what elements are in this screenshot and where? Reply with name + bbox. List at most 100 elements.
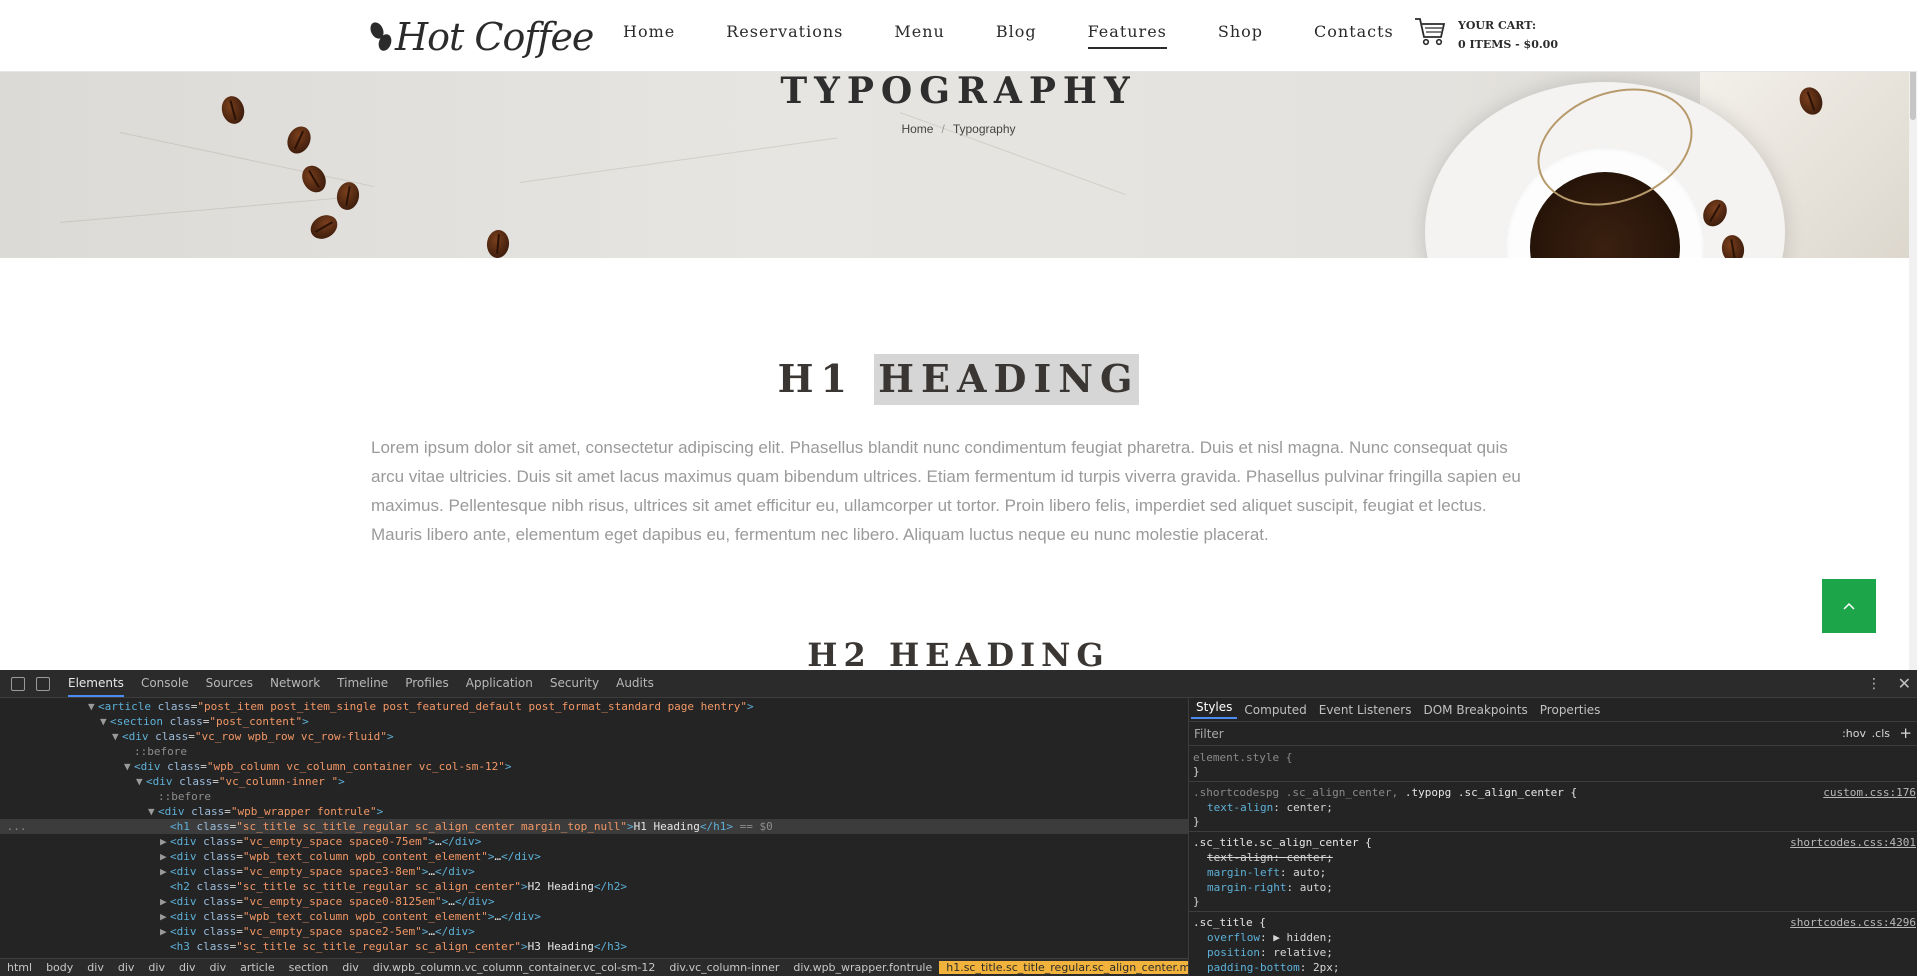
css-rule-selector[interactable]: .sc_title.sc_align_center { (1193, 835, 1372, 850)
dom-crumb[interactable]: article (233, 961, 282, 974)
dom-node[interactable]: ▶ <div class="vc_empty_space space0-8125e… (160, 894, 495, 909)
cls-toggle[interactable]: .cls (1872, 727, 1890, 740)
devtools-panel: Elements Console Sources Network Timelin… (0, 670, 1917, 976)
tab-computed[interactable]: Computed (1239, 703, 1311, 717)
cart-label: YOUR CART: (1458, 19, 1537, 32)
dom-node[interactable]: ▶ <div class="vc_empty_space space0-75em"… (160, 834, 481, 849)
dom-crumb[interactable]: html (0, 961, 39, 974)
coffee-bean (306, 210, 342, 244)
page-title: TYPOGRAPHY (780, 70, 1137, 112)
chevron-up-icon (1843, 602, 1855, 610)
hov-toggle[interactable]: :hov (1842, 727, 1866, 740)
nav-item-shop[interactable]: Shop (1218, 22, 1263, 49)
nav-item-blog[interactable]: Blog (996, 22, 1037, 49)
dom-node[interactable]: ▶ <div class="vc_empty_space space2-5em">… (160, 924, 475, 939)
tab-audits[interactable]: Audits (616, 671, 654, 697)
tab-properties[interactable]: Properties (1535, 703, 1606, 717)
css-declaration-overridden[interactable]: text-align: center; (1207, 850, 1333, 865)
css-declaration[interactable]: position: relative; (1207, 945, 1333, 960)
cart-summary: 0 ITEMS - $0.00 (1458, 38, 1558, 51)
dom-crumb[interactable]: body (39, 961, 80, 974)
css-declaration[interactable]: padding-bottom: 2px; (1207, 960, 1339, 975)
css-source-link[interactable]: custom.css:176 (1823, 785, 1916, 800)
close-icon[interactable]: ✕ (1898, 674, 1911, 693)
dom-crumb[interactable]: div.wpb_column.vc_column_container.vc_co… (366, 961, 663, 974)
texture-line (519, 137, 837, 183)
dom-breadcrumbs: html body div div div div div article se… (0, 958, 1275, 976)
coffee-bean-logo-icon (367, 20, 394, 54)
more-options-icon[interactable]: ⋮ (1867, 676, 1881, 692)
h1-heading-first: H1 (777, 356, 854, 401)
css-source-link[interactable]: shortcodes.css:4301 (1790, 835, 1916, 850)
coffee-bean (297, 161, 331, 197)
dom-node[interactable]: <h3 class="sc_title sc_title_regular sc_… (170, 939, 627, 954)
h1-heading-highlighted: HEADING (874, 354, 1140, 405)
shopping-cart-icon (1415, 18, 1446, 46)
tab-network[interactable]: Network (270, 671, 320, 697)
dom-node[interactable]: ▼ <article class="post_item post_item_sin… (88, 699, 754, 714)
dom-node[interactable]: ▶ <div class="wpb_text_column wpb_content… (160, 909, 541, 924)
tab-console[interactable]: Console (141, 671, 189, 697)
dom-crumb[interactable]: div (172, 961, 203, 974)
tab-styles[interactable]: Styles (1191, 700, 1238, 719)
dom-node[interactable]: ▼ <div class="vc_row wpb_row vc_row-fluid… (112, 729, 394, 744)
tab-sources[interactable]: Sources (206, 671, 253, 697)
css-rule-selector[interactable]: .shortcodespg .sc_align_center, .typopg … (1193, 785, 1577, 800)
body-paragraph: Lorem ipsum dolor sit amet, consectetur … (371, 438, 1521, 544)
dom-crumb[interactable]: section (282, 961, 336, 974)
dom-node[interactable]: ::before (158, 789, 211, 804)
dom-crumb[interactable]: div.vc_column-inner (662, 961, 786, 974)
css-declaration[interactable]: overflow: ▶ hidden; (1207, 930, 1333, 945)
h1-heading: H1 HEADING (0, 354, 1917, 405)
dom-node[interactable]: ▼ <div class="wpb_column vc_column_contai… (124, 759, 512, 774)
dom-crumb[interactable]: div (141, 961, 172, 974)
tab-dom-breakpoints[interactable]: DOM Breakpoints (1418, 703, 1532, 717)
css-declaration[interactable]: margin-left: auto; (1207, 865, 1326, 880)
coffee-bean (334, 180, 362, 212)
tab-profiles[interactable]: Profiles (405, 671, 449, 697)
site-logo[interactable]: Hot Coffee (367, 12, 594, 62)
tab-application[interactable]: Application (466, 671, 533, 697)
nav-item-home[interactable]: Home (623, 22, 675, 49)
h2-heading: H2 HEADING (807, 636, 1110, 674)
dom-node-selected[interactable]: ... <h1 class="sc_title sc_title_regular … (0, 819, 1188, 834)
dom-crumb[interactable]: div.wpb_wrapper.fontrule (786, 961, 939, 974)
dom-crumb[interactable]: div (203, 961, 234, 974)
css-source-link[interactable]: shortcodes.css:4296 (1790, 915, 1916, 930)
css-rule-selector[interactable]: .sc_title { (1193, 915, 1266, 930)
dom-tree: ▼ <article class="post_item post_item_sin… (0, 698, 1188, 956)
nav-item-menu[interactable]: Menu (894, 22, 944, 49)
dom-crumb[interactable]: div (335, 961, 366, 974)
tab-event-listeners[interactable]: Event Listeners (1314, 703, 1417, 717)
scroll-to-top-button[interactable] (1822, 579, 1876, 633)
tab-timeline[interactable]: Timeline (337, 671, 388, 697)
dom-node[interactable]: ▼ <section class="post_content"> (100, 714, 309, 729)
css-declaration[interactable]: text-align: center; (1207, 800, 1333, 815)
css-declaration[interactable]: margin-right: auto; (1207, 880, 1333, 895)
tab-security[interactable]: Security (550, 671, 599, 697)
cart-widget[interactable]: YOUR CART: 0 ITEMS - $0.00 (1413, 14, 1558, 54)
dom-crumb[interactable]: div (111, 961, 142, 974)
filter-input[interactable]: Filter (1194, 727, 1224, 741)
nav-item-reservations[interactable]: Reservations (726, 22, 843, 49)
dom-node[interactable]: ▼ <div class="vc_column-inner "> (136, 774, 345, 789)
devtools-toolbar: Elements Console Sources Network Timelin… (0, 670, 1917, 698)
inspect-element-icon[interactable] (11, 676, 25, 691)
dom-node[interactable]: ▶ <div class="vc_empty_space space3-8em">… (160, 864, 475, 879)
styles-filter[interactable]: Filter :hov .cls + (1189, 722, 1917, 746)
dom-crumb[interactable]: div (80, 961, 111, 974)
dom-node[interactable]: ▼ <div class="wpb_wrapper fontrule"> (148, 804, 383, 819)
breadcrumb-home[interactable]: Home (901, 122, 933, 136)
add-rule-icon[interactable]: + (1899, 724, 1912, 742)
styles-sidebar: Styles Computed Event Listeners DOM Brea… (1188, 698, 1917, 976)
site-header: Hot Coffee Home Reservations Menu Blog F… (0, 0, 1917, 72)
css-rule-line: } (1193, 765, 1200, 778)
dom-node[interactable]: ::before (134, 744, 187, 759)
nav-item-contacts[interactable]: Contacts (1314, 22, 1394, 49)
nav-item-features[interactable]: Features (1087, 22, 1167, 49)
css-rule-line[interactable]: element.style { (1193, 750, 1292, 765)
device-toggle-icon[interactable] (36, 676, 50, 691)
dom-node[interactable]: <h2 class="sc_title sc_title_regular sc_… (170, 879, 627, 894)
dom-node[interactable]: ▶ <div class="wpb_text_column wpb_content… (160, 849, 541, 864)
tab-elements[interactable]: Elements (68, 671, 124, 697)
